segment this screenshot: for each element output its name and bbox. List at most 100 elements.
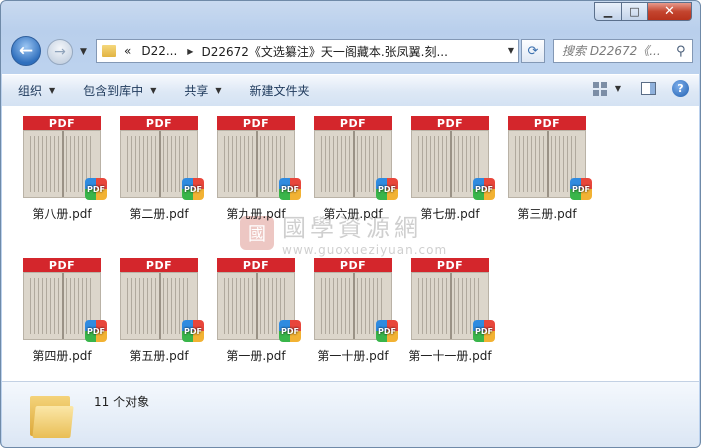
file-name[interactable]: 第二册.pdf [111,205,207,222]
pdf-banner: PDF [23,258,101,272]
explorer-window: ▁ □ ✕ ← → ▼ « D22... ▶ D22672《文选纂注》天一阁藏本… [0,0,701,448]
chevron-down-icon: ▼ [215,86,222,95]
file-item[interactable]: PDF PDF 第四册.pdf [14,258,110,364]
item-count: 11 个对象 [94,395,150,409]
search-icon[interactable]: ⚲ [676,44,686,59]
pdf-app-icon: PDF [570,178,592,200]
command-toolbar: 组织 ▼ 包含到库中 ▼ 共享 ▼ 新建文件夹 ▼ ? [2,74,699,107]
file-item[interactable]: PDF PDF 第一册.pdf [208,258,304,364]
pdf-thumbnail: PDF PDF [23,258,107,342]
pdf-banner: PDF [314,116,392,130]
close-button[interactable]: ✕ [647,2,692,21]
file-name[interactable]: 第五册.pdf [111,347,207,364]
pdf-thumbnail: PDF PDF [314,258,398,342]
refresh-icon: ⟳ [527,43,539,59]
forward-button[interactable]: → [47,39,73,65]
search-input[interactable] [562,44,674,58]
pdf-thumbnail: PDF PDF [217,258,301,342]
file-name[interactable]: 第八册.pdf [14,205,110,222]
refresh-button[interactable]: ⟳ [521,39,545,63]
file-item[interactable]: PDF PDF 第一十册.pdf [305,258,401,364]
pdf-banner: PDF [314,258,392,272]
toolbar-right: ▼ ? [592,80,689,97]
pdf-app-icon: PDF [279,320,301,342]
pdf-thumbnail: PDF PDF [120,258,204,342]
include-library-menu[interactable]: 包含到库中 ▼ [83,82,156,99]
help-icon[interactable]: ? [672,80,689,97]
maximize-button[interactable]: □ [621,2,647,21]
share-label: 共享 [184,84,209,98]
pdf-thumbnail: PDF PDF [314,116,398,200]
file-item[interactable]: PDF PDF 第三册.pdf [499,116,595,222]
back-arrow-icon: ← [18,41,34,61]
pdf-app-icon: PDF [85,320,107,342]
file-name[interactable]: 第一十册.pdf [305,347,401,364]
file-name[interactable]: 第七册.pdf [402,205,498,222]
pdf-banner: PDF [120,258,198,272]
file-name[interactable]: 第三册.pdf [499,205,595,222]
pdf-app-icon: PDF [376,178,398,200]
view-options-icon[interactable] [592,81,609,96]
chevron-down-icon: ▼ [150,86,157,95]
details-pane: 11 个对象 [2,381,699,447]
pdf-banner: PDF [508,116,586,130]
navigation-bar: ← → ▼ « D22... ▶ D22672《文选纂注》天一阁藏本.张凤翼.刻… [1,31,700,71]
breadcrumb-current[interactable]: D22672《文选纂注》天一阁藏本.张凤翼.刻... [201,43,448,60]
file-name[interactable]: 第九册.pdf [208,205,304,222]
pdf-banner: PDF [411,258,489,272]
breadcrumb-separator-icon[interactable]: ▶ [187,47,193,56]
new-folder-button[interactable]: 新建文件夹 [250,82,310,99]
watermark-url: www.guoxueziyuan.com [282,243,448,257]
pdf-app-icon: PDF [376,320,398,342]
pdf-app-icon: PDF [473,178,495,200]
pdf-app-icon: PDF [85,178,107,200]
pdf-banner: PDF [217,116,295,130]
file-item[interactable]: PDF PDF 第七册.pdf [402,116,498,222]
address-dropdown-icon[interactable]: ▼ [508,46,514,55]
breadcrumb-overflow[interactable]: « [124,44,131,58]
file-item[interactable]: PDF PDF 第六册.pdf [305,116,401,222]
include-library-label: 包含到库中 [83,84,144,98]
folder-icon [102,45,116,57]
chevron-down-icon: ▼ [49,86,56,95]
file-item[interactable]: PDF PDF 第二册.pdf [111,116,207,222]
search-box[interactable]: ⚲ [553,39,693,63]
back-button[interactable]: ← [11,36,41,66]
file-name[interactable]: 第一册.pdf [208,347,304,364]
pdf-app-icon: PDF [473,320,495,342]
organize-menu[interactable]: 组织 ▼ [18,82,55,99]
folder-icon [30,392,74,438]
share-menu[interactable]: 共享 ▼ [184,82,221,99]
file-item[interactable]: PDF PDF 第五册.pdf [111,258,207,364]
forward-arrow-icon: → [54,44,66,60]
new-folder-label: 新建文件夹 [249,84,310,98]
file-item[interactable]: PDF PDF 第一十一册.pdf [402,258,498,364]
pdf-app-icon: PDF [279,178,301,200]
address-bar[interactable]: « D22... ▶ D22672《文选纂注》天一阁藏本.张凤翼.刻... ▼ [96,39,519,63]
pdf-banner: PDF [411,116,489,130]
preview-pane-icon[interactable] [641,82,656,95]
file-item[interactable]: PDF PDF 第九册.pdf [208,116,304,222]
organize-label: 组织 [18,84,43,98]
pdf-thumbnail: PDF PDF [508,116,592,200]
pdf-thumbnail: PDF PDF [217,116,301,200]
file-item[interactable]: PDF PDF 第八册.pdf [14,116,110,222]
caption-buttons: ▁ □ ✕ [594,2,692,21]
pdf-app-icon: PDF [182,320,204,342]
file-name[interactable]: 第一十一册.pdf [402,347,498,364]
pdf-app-icon: PDF [182,178,204,200]
pdf-banner: PDF [23,116,101,130]
minimize-button[interactable]: ▁ [594,2,621,21]
file-name[interactable]: 第四册.pdf [14,347,110,364]
pdf-thumbnail: PDF PDF [120,116,204,200]
history-dropdown-icon[interactable]: ▼ [80,47,87,57]
file-name[interactable]: 第六册.pdf [305,205,401,222]
file-list-pane[interactable]: 國 國學資源網 www.guoxueziyuan.com PDF PDF 第八册… [2,106,699,381]
pdf-thumbnail: PDF PDF [23,116,107,200]
pdf-thumbnail: PDF PDF [411,116,495,200]
view-dropdown-icon[interactable]: ▼ [615,84,621,93]
pdf-thumbnail: PDF PDF [411,258,495,342]
pdf-banner: PDF [120,116,198,130]
breadcrumb-parent[interactable]: D22... [141,44,177,58]
pdf-banner: PDF [217,258,295,272]
